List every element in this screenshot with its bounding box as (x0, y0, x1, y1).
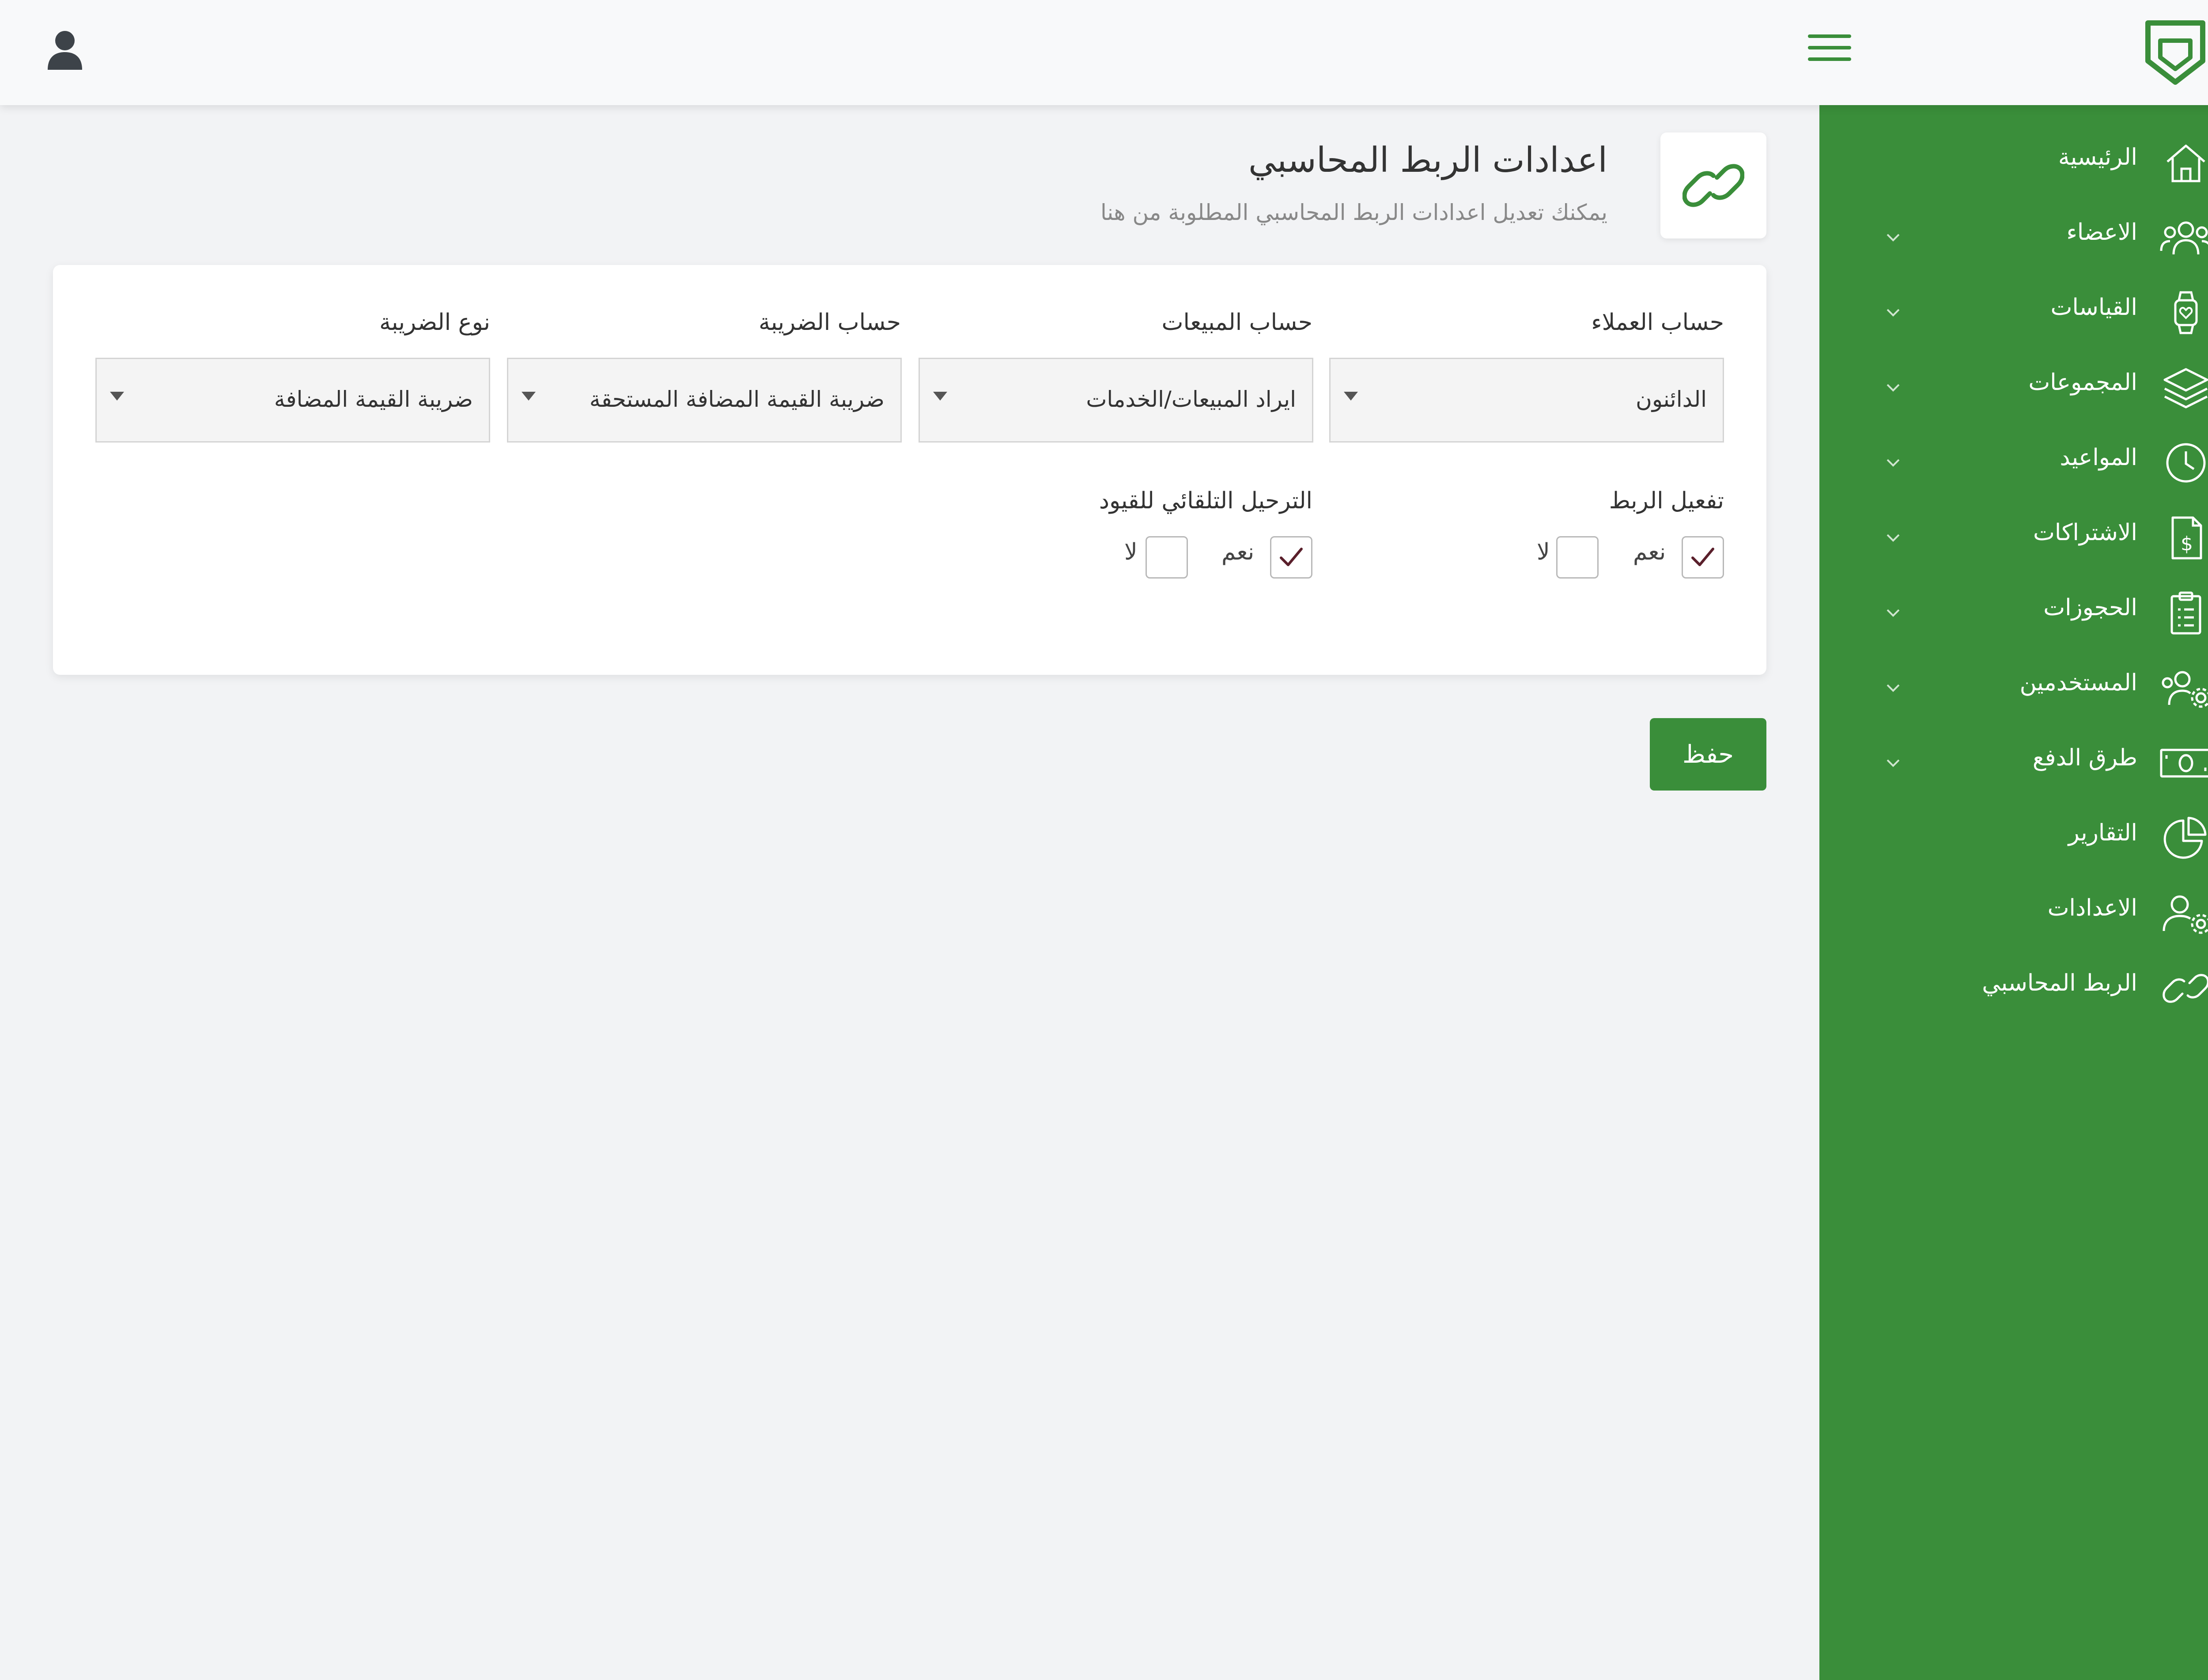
auto-posting-yes-checkbox[interactable] (1270, 536, 1312, 579)
chevron-down-icon (1887, 459, 1900, 467)
chevron-down-icon (1887, 309, 1900, 317)
enable-link-label: تفعيل الربط (1609, 488, 1724, 514)
sidebar-item-label: المجموعات (2028, 369, 2137, 396)
home-icon (2166, 144, 2205, 182)
sidebar-item-label: الرئيسية (2058, 144, 2137, 170)
tax-account-label: حساب الضريبة (759, 309, 901, 336)
pie-chart-icon (2163, 817, 2207, 859)
page-title: اعدادات الربط المحاسبي (1248, 140, 1607, 180)
sidebar-item-bookings[interactable]: الحجوزات (1819, 574, 2208, 649)
chevron-down-icon (1887, 609, 1900, 617)
sidebar-item-label: الاعضاء (2066, 219, 2137, 246)
sidebar-item-accounting-link[interactable]: الربط المحاسبي (1819, 950, 2208, 1025)
user-icon[interactable] (46, 30, 84, 71)
customers-account-select[interactable]: الدائنون (1329, 358, 1724, 443)
sidebar-item-label: طرق الدفع (2032, 745, 2137, 771)
sidebar-item-label: المواعيد (2060, 444, 2137, 471)
tax-type-label: نوع الضريبة (379, 309, 490, 336)
users-gear-icon (2162, 671, 2208, 708)
tax-account-select[interactable]: ضريبة القيمة المضافة المستحقة (507, 358, 902, 443)
page-icon-box (1660, 132, 1766, 238)
checkmark-icon (1691, 548, 1714, 566)
clipboard-icon (2170, 591, 2201, 635)
user-gear-icon (2163, 895, 2208, 934)
sidebar-item-label: الاعدادات (2047, 895, 2137, 921)
shield-logo-icon[interactable] (2144, 20, 2206, 85)
auto-posting-no-checkbox[interactable] (1146, 536, 1188, 579)
tax-type-value: ضريبة القيمة المضافة (274, 386, 473, 412)
sales-account-label: حساب المبيعات (1161, 309, 1312, 336)
page-subtitle: يمكنك تعديل اعدادات الربط المحاسبي المطل… (1100, 200, 1607, 225)
caret-down-icon (1344, 392, 1358, 401)
enable-link-no-checkbox[interactable] (1556, 536, 1599, 579)
invoice-icon: $ (2171, 516, 2202, 560)
clock-icon (2166, 443, 2206, 483)
money-icon (2160, 749, 2208, 778)
checkmark-icon (1280, 548, 1303, 566)
sidebar-item-label: التقارير (2068, 820, 2137, 846)
caret-down-icon (110, 392, 124, 401)
caret-down-icon (933, 392, 947, 401)
sidebar-item-subscriptions[interactable]: $ الاشتراكات (1819, 499, 2208, 574)
sidebar-item-label: القياسات (2050, 294, 2138, 321)
save-button[interactable]: حفظ (1650, 718, 1766, 791)
chevron-down-icon (1887, 384, 1900, 392)
sidebar-item-label: الاشتراكات (2033, 519, 2137, 546)
sidebar-item-members[interactable]: الاعضاء (1819, 199, 2208, 274)
hamburger-icon[interactable] (1808, 34, 1851, 64)
layers-icon (2163, 368, 2208, 409)
chevron-down-icon (1887, 759, 1900, 767)
sidebar-item-groups[interactable]: المجموعات (1819, 349, 2208, 424)
caret-down-icon (522, 392, 536, 401)
auto-posting-label: الترحيل التلقائي للقيود (1099, 488, 1312, 514)
enable-link-no-label: لا (1537, 539, 1550, 565)
sales-account-value: ايراد المبيعات/الخدمات (1086, 386, 1296, 412)
link-icon (1682, 164, 1744, 207)
sidebar-item-measurements[interactable]: القياسات (1819, 274, 2208, 349)
svg-text:$: $ (2181, 533, 2193, 555)
auto-posting-no-label: لا (1124, 539, 1138, 565)
customers-account-label: حساب العملاء (1591, 309, 1724, 336)
chevron-down-icon (1887, 684, 1900, 692)
tax-account-value: ضريبة القيمة المضافة المستحقة (589, 386, 885, 412)
sidebar-item-home[interactable]: الرئيسية (1819, 124, 2208, 199)
top-header (0, 0, 2208, 105)
link-icon (2163, 974, 2208, 1003)
sidebar-item-label: المستخدمين (2019, 670, 2137, 696)
settings-card: حساب العملاء حساب المبيعات حساب الضريبة … (53, 265, 1766, 675)
sidebar-item-label: الربط المحاسبي (1982, 970, 2137, 996)
chevron-down-icon (1887, 234, 1900, 242)
sidebar-item-appointments[interactable]: المواعيد (1819, 424, 2208, 499)
auto-posting-yes-label: نعم (1221, 539, 1255, 565)
smartwatch-icon (2174, 291, 2198, 334)
sidebar-item-settings[interactable]: الاعدادات (1819, 874, 2208, 950)
sidebar-item-label: الحجوزات (2043, 594, 2137, 621)
sidebar-item-users[interactable]: المستخدمين (1819, 649, 2208, 724)
sidebar: الرئيسية الاعضاء القياسات المجموعات المو… (1819, 105, 2208, 1680)
chevron-down-icon (1887, 534, 1900, 542)
sidebar-item-payment-methods[interactable]: طرق الدفع (1819, 724, 2208, 799)
customers-account-value: الدائنون (1636, 386, 1707, 412)
users-icon (2160, 221, 2208, 255)
sidebar-item-reports[interactable]: التقارير (1819, 799, 2208, 874)
enable-link-yes-label: نعم (1633, 539, 1666, 565)
tax-type-select[interactable]: ضريبة القيمة المضافة (95, 358, 490, 443)
enable-link-yes-checkbox[interactable] (1682, 536, 1724, 579)
sales-account-select[interactable]: ايراد المبيعات/الخدمات (919, 358, 1313, 443)
